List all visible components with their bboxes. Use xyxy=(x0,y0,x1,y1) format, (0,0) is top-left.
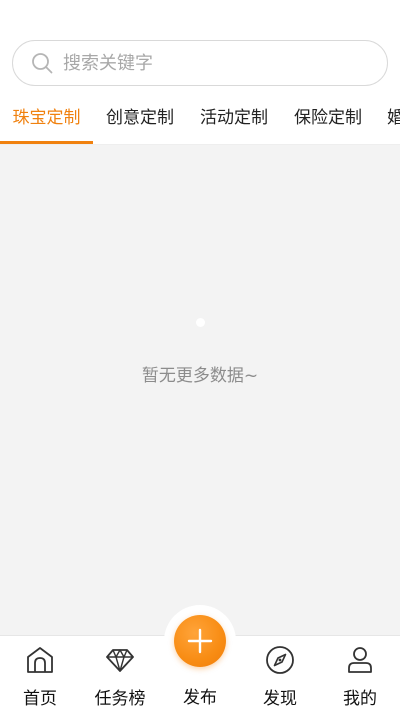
compass-icon xyxy=(264,644,296,676)
home-icon xyxy=(24,644,56,676)
plus-icon xyxy=(170,611,230,671)
tabbar-label-mine: 我的 xyxy=(343,689,377,709)
active-tab-indicator xyxy=(0,141,93,144)
tabbar-item-home[interactable]: 首页 xyxy=(0,636,80,712)
loading-indicator xyxy=(196,318,205,327)
tabbar-label-publish: 发布 xyxy=(183,688,217,708)
empty-state-text: 暂无更多数据~ xyxy=(141,366,259,386)
search-icon xyxy=(31,52,53,74)
tabbar-item-mine[interactable]: 我的 xyxy=(320,636,400,712)
search-bar xyxy=(12,40,388,86)
tabbar-item-tasks[interactable]: 任务榜 xyxy=(80,636,160,712)
tab-creative-custom[interactable]: 创意定制 xyxy=(93,94,187,144)
tab-jewelry-custom[interactable]: 珠宝定制 xyxy=(0,94,93,144)
publish-button[interactable] xyxy=(164,605,236,677)
category-tabs: 珠宝定制 创意定制 活动定制 保险定制 婚 xyxy=(0,94,400,145)
tabbar-label-home: 首页 xyxy=(23,689,57,709)
tab-wedding-custom[interactable]: 婚 xyxy=(375,94,400,144)
tab-event-custom[interactable]: 活动定制 xyxy=(187,94,281,144)
tab-insurance-custom[interactable]: 保险定制 xyxy=(281,94,375,144)
diamond-icon xyxy=(104,644,136,676)
search-box[interactable] xyxy=(12,40,388,86)
tabbar-label-tasks: 任务榜 xyxy=(94,689,146,709)
content-area: 暂无更多数据~ xyxy=(0,145,400,635)
tabbar-item-discover[interactable]: 发现 xyxy=(240,636,320,712)
user-icon xyxy=(344,644,376,676)
tabbar-label-discover: 发现 xyxy=(263,689,297,709)
search-input[interactable] xyxy=(63,52,387,74)
